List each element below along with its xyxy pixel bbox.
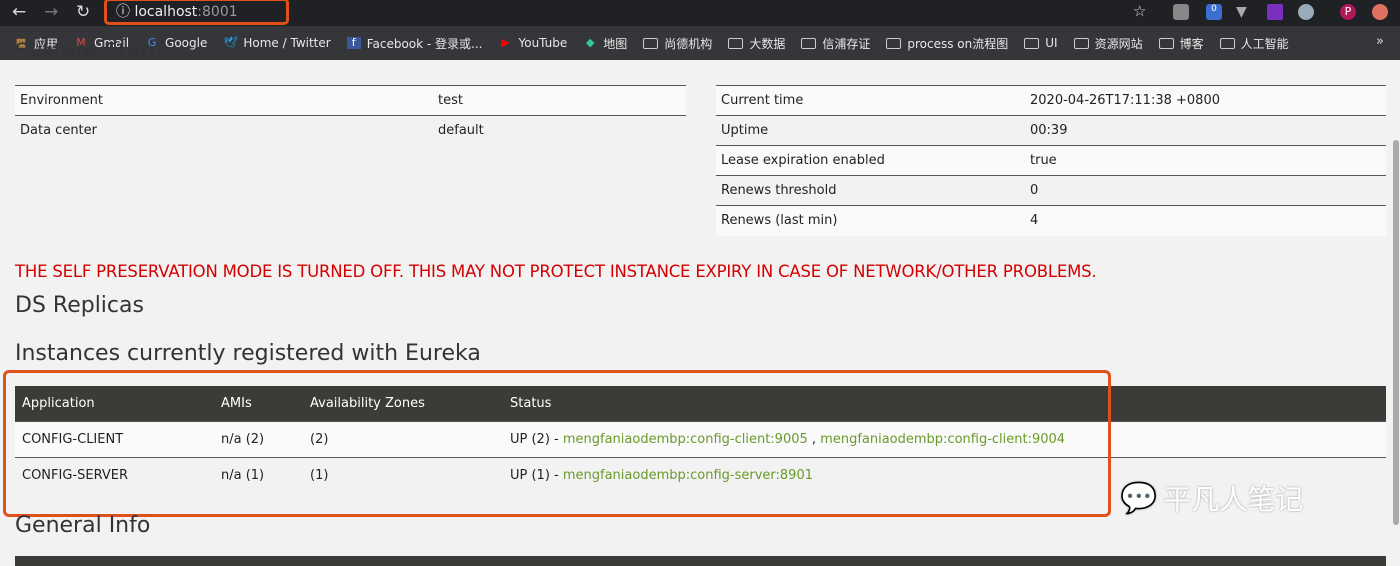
extension-icon[interactable] <box>1173 4 1189 20</box>
label: Renews threshold <box>716 175 1025 206</box>
bookmark-item[interactable]: ◆ 地图 <box>583 35 627 52</box>
folder-icon <box>1073 37 1089 49</box>
value: test <box>433 85 686 116</box>
value: default <box>433 115 686 146</box>
bookmark-label: Facebook - 登录或... <box>366 36 483 51</box>
bookmark-item[interactable]: 博客 <box>1158 35 1204 52</box>
bookmark-label: 资源网站 <box>1094 36 1143 51</box>
bookmarks-bar: ▦ 应用 M Gmail G Google 🕊 Home / Twitter f Facebook… <box>0 26 1400 60</box>
label: Data center <box>15 115 433 146</box>
value: 2020-04-26T17:11:38 +0800 <box>1025 85 1386 116</box>
folder-icon <box>1158 37 1174 49</box>
table-row: Current time 2020-04-26T17:11:38 +0800 <box>716 85 1386 116</box>
folder-icon <box>728 37 744 49</box>
environment-table: Environment test Data center default <box>15 85 686 146</box>
general-info-heading: General Info <box>15 513 151 538</box>
bookmark-star-icon[interactable]: ☆ <box>1133 2 1146 20</box>
table-row: Environment test <box>15 85 686 116</box>
value: 0 <box>1025 175 1386 206</box>
bookmark-item[interactable]: ▶ YouTube <box>498 36 567 50</box>
extension-ring-icon[interactable] <box>1298 4 1314 20</box>
highlight-box-instances <box>3 370 1111 517</box>
bookmark-item[interactable]: 信浦存证 <box>801 35 870 52</box>
bookmark-item[interactable]: 大数据 <box>728 35 785 52</box>
update-icon[interactable] <box>1372 4 1388 20</box>
folder-icon <box>643 37 659 49</box>
label: Renews (last min) <box>716 205 1025 236</box>
instances-heading: Instances currently registered with Eure… <box>15 341 481 366</box>
highlight-box-url <box>104 0 289 25</box>
vue-devtools-icon[interactable]: ▼ <box>1236 4 1252 20</box>
label: Uptime <box>716 115 1025 146</box>
bookmark-item[interactable]: UI <box>1024 36 1058 50</box>
bookmark-label: UI <box>1045 36 1058 50</box>
bookmark-label: YouTube <box>518 36 568 50</box>
folder-icon <box>1024 37 1040 49</box>
bookmark-item[interactable]: f Facebook - 登录或... <box>346 35 483 52</box>
maps-icon: ◆ <box>586 36 595 49</box>
table-row: Lease expiration enabled true <box>716 145 1386 176</box>
twitter-icon: 🕊 <box>223 36 238 49</box>
folder-icon <box>801 37 817 49</box>
bookmark-label: Home / Twitter <box>243 36 331 50</box>
bookmark-label: process on流程图 <box>907 36 1009 51</box>
folder-icon <box>886 37 902 49</box>
wechat-icon: 💬 <box>1120 480 1158 516</box>
profile-avatar[interactable]: P <box>1340 4 1356 20</box>
extension-badge-icon[interactable]: 0 <box>1206 4 1222 20</box>
table-row: Renews threshold 0 <box>716 175 1386 206</box>
folder-icon <box>1219 37 1235 49</box>
bookmark-item[interactable]: 🕊 Home / Twitter <box>223 36 330 50</box>
axure-rp-icon[interactable] <box>1267 4 1283 20</box>
bookmark-label: 地图 <box>603 36 628 51</box>
reload-icon[interactable]: ↻ <box>76 2 90 22</box>
facebook-icon: f <box>346 37 361 49</box>
self-preservation-warning: THE SELF PRESERVATION MODE IS TURNED OFF… <box>15 262 1097 281</box>
back-icon[interactable]: ← <box>12 2 26 22</box>
value: 4 <box>1025 205 1386 236</box>
value: 00:39 <box>1025 115 1386 146</box>
bookmarks-more-button[interactable]: » <box>1376 34 1384 49</box>
bookmark-label: 人工智能 <box>1240 36 1289 51</box>
bookmark-label: 信浦存证 <box>822 36 871 51</box>
table-row: Uptime 00:39 <box>716 115 1386 146</box>
table-row: Data center default <box>15 115 686 146</box>
bookmark-item[interactable]: 尚德机构 <box>643 35 712 52</box>
bookmark-label: 博客 <box>1179 36 1204 51</box>
bookmark-label: 尚德机构 <box>664 36 713 51</box>
ds-replicas-heading: DS Replicas <box>15 293 144 318</box>
label: Environment <box>15 85 433 116</box>
scrollbar[interactable] <box>1393 140 1399 525</box>
value: true <box>1025 145 1386 176</box>
bookmark-item[interactable]: 人工智能 <box>1219 35 1289 52</box>
status-info-table: Current time 2020-04-26T17:11:38 +0800 Upt… <box>716 85 1386 236</box>
label: Current time <box>716 85 1025 116</box>
general-info-table-header <box>15 556 1386 566</box>
bookmark-item[interactable]: 资源网站 <box>1073 35 1143 52</box>
bookmark-label: 大数据 <box>749 36 786 51</box>
forward-icon[interactable]: → <box>44 2 58 22</box>
bookmark-item[interactable]: process on流程图 <box>886 35 1008 52</box>
label: Lease expiration enabled <box>716 145 1025 176</box>
table-row: Renews (last min) 4 <box>716 205 1386 236</box>
youtube-icon: ▶ <box>501 36 510 49</box>
watermark: 💬 平凡人笔记 <box>1120 480 1304 517</box>
